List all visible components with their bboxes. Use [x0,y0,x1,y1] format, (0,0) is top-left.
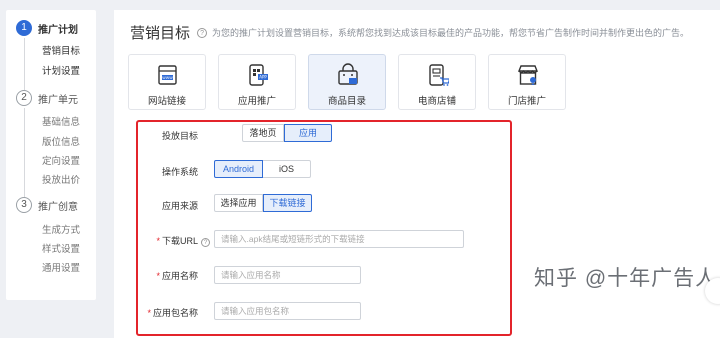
step-2[interactable]: 2 推广单元 [16,90,78,106]
target-group: 落地页 应用 [242,124,332,142]
step-label: 推广单元 [38,94,78,106]
app-icon: APP [249,64,268,86]
page-description: 为您的推广计划设置营销目标，系统帮您找到达成该目标最佳的产品功能，帮您节省广告制… [212,28,690,38]
goal-card-label: 应用推广 [237,96,276,107]
step-sidebar: 1 推广计划 营销目标 计划设置 2 推广单元 基础信息 版位信息 定向设置 投… [6,10,96,300]
download-url-label: * 下载URL? [144,234,210,247]
step-number: 1 [16,20,32,36]
goal-card-label: 电商店铺 [417,96,456,107]
goal-card-ecommerce-store[interactable]: 电商店铺 [398,54,476,110]
target-option-app[interactable]: 应用 [284,124,332,142]
goal-card-store-promotion[interactable]: 门店推广 [488,54,566,110]
download-url-input[interactable]: 请输入.apk结尾或短链形式的下载链接 [214,230,464,248]
os-label: 操作系统 [161,167,198,177]
app-name-label: * 应用名称 [150,269,198,282]
sidebar-item-marketing-goal[interactable]: 营销目标 [42,43,80,57]
sidebar-item-basic-info[interactable]: 基础信息 [42,114,80,128]
step-connector [24,38,25,90]
goal-card-label: 网站链接 [147,96,186,107]
target-option-landing-page[interactable]: 落地页 [242,124,284,142]
svg-text:APP: APP [259,75,267,80]
download-url-label-text: 下载URL [161,236,198,246]
sidebar-item-targeting[interactable]: 定向设置 [42,153,80,167]
page-title: 营销目标 [130,25,191,42]
goal-card-label: 商品目录 [327,96,366,107]
step-label: 推广创意 [38,201,78,213]
target-label: 投放目标 [161,131,198,141]
app-name-label-text: 应用名称 [161,271,198,281]
step-number: 2 [16,90,32,106]
sidebar-item-general-settings[interactable]: 通用设置 [42,260,80,274]
os-group: Android iOS [214,160,311,178]
step-3[interactable]: 3 推广创意 [16,197,78,213]
sidebar-item-plan-settings[interactable]: 计划设置 [42,63,80,77]
source-group: 选择应用 下载链接 [214,194,312,212]
package-name-label: * 应用包名称 [142,306,198,319]
svg-text:WWW: WWW [162,76,173,80]
help-icon[interactable]: ? [201,238,210,247]
watermark: 知乎 @十年广告人 [534,267,718,290]
shopping-bag-icon [338,63,358,85]
os-option-ios[interactable]: iOS [263,160,311,178]
source-label: 应用来源 [161,201,198,211]
goal-card-app[interactable]: APP 应用推广 [218,54,296,110]
goal-card-catalog[interactable]: 商品目录 [308,54,386,110]
source-option-download-link[interactable]: 下载链接 [263,194,312,212]
required-mark: * [147,308,151,318]
app-name-input[interactable]: 请输入应用名称 [214,266,361,284]
goal-card-website[interactable]: WWW 网站链接 [128,54,206,110]
sidebar-item-generation-method[interactable]: 生成方式 [42,222,80,236]
step-label: 推广计划 [38,24,78,36]
sidebar-item-bidding[interactable]: 投放出价 [42,172,80,186]
step-number: 3 [16,197,32,213]
step-1[interactable]: 1 推广计划 [16,20,78,36]
storefront-icon [517,65,539,85]
info-icon: ? [197,27,208,38]
step-connector [24,108,25,200]
package-name-label-text: 应用包名称 [152,308,198,318]
sidebar-item-placement-info[interactable]: 版位信息 [42,134,80,148]
source-option-select-app[interactable]: 选择应用 [214,194,263,212]
os-option-android[interactable]: Android [214,160,263,178]
ecommerce-store-icon [429,64,449,86]
required-mark: * [156,271,160,281]
marketing-goal-cards: WWW 网站链接 APP 应用推广 商品目录 电商店铺 门店推广 [128,54,578,110]
goal-card-label: 门店推广 [507,96,546,107]
web-icon: WWW [158,65,177,85]
required-mark: * [156,236,160,246]
sidebar-item-style-settings[interactable]: 样式设置 [42,241,80,255]
package-name-input[interactable]: 请输入应用包名称 [214,302,361,320]
